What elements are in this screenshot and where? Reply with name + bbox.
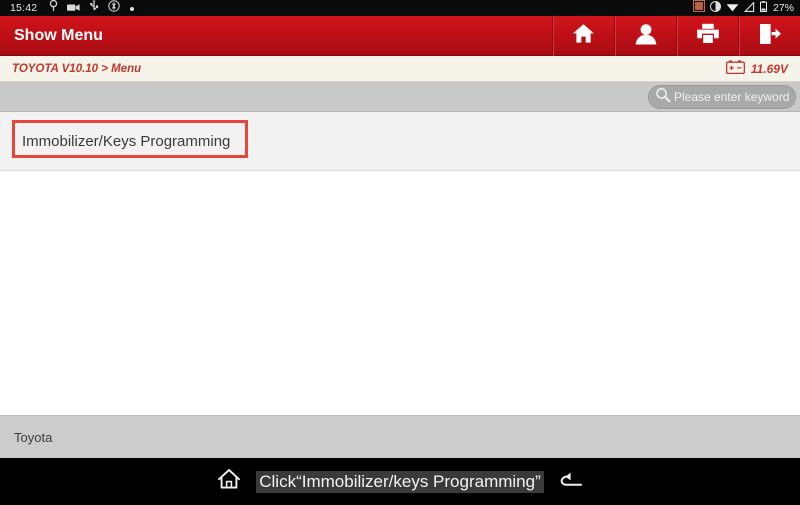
exit-button[interactable] [738,16,800,56]
vehicle-make-label: Toyota [14,430,53,445]
car-battery-icon [725,59,745,79]
instruction-hint-text: Click“Immobilizer/keys Programming” [256,470,544,493]
home-outline-icon [216,467,242,496]
home-icon [572,23,595,49]
app-header-bar: Show Menu [0,16,800,56]
menu-list: Immobilizer/Keys Programming [0,112,800,415]
status-footer-bar: Toyota [0,415,800,458]
status-left-icon-group [49,0,135,17]
android-status-bar: 15:42 27% [0,0,800,16]
print-icon [696,23,720,49]
app-header-actions [552,16,800,56]
screenshot-icon [692,0,705,17]
android-nav-bar: Click“Immobilizer/keys Programming” www.… [0,458,800,505]
battery-percent-label: 27% [772,2,794,14]
brightness-icon [709,0,721,17]
voltage-indicator: 11.69V [725,56,788,82]
signal-icon [743,0,755,17]
nav-home-button[interactable] [216,467,242,496]
wifi-icon [726,0,739,17]
usb-icon [89,0,99,17]
home-button[interactable] [552,16,614,56]
user-icon [634,23,658,50]
menu-item-label: Immobilizer/Keys Programming [22,132,231,150]
breadcrumb-bar: TOYOTA V10.10 > Menu 11.69V [0,56,800,82]
location-icon [49,0,58,17]
search-icon [655,87,671,108]
status-clock: 15:42 [10,2,38,14]
device-screen: 15:42 27% Show Menu TOYOTA V10.10 > Menu… [0,0,800,505]
dot-icon [129,0,135,17]
search-placeholder-label: Please enter keyword [674,90,790,104]
search-input[interactable]: Please enter keyword [648,85,796,109]
page-title: Show Menu [14,27,103,44]
nav-back-button[interactable] [558,468,584,495]
exit-icon [758,23,782,50]
nav-bar-content: Click“Immobilizer/keys Programming” [0,458,800,505]
voltage-value: 11.69V [750,62,788,76]
back-arrow-icon [558,468,584,495]
bluetooth-icon [108,0,120,17]
breadcrumb: TOYOTA V10.10 > Menu [12,63,142,75]
user-button[interactable] [614,16,676,56]
search-toolbar: Please enter keyword [0,82,800,112]
battery-icon [759,0,767,17]
video-camera-icon [67,0,80,17]
print-button[interactable] [676,16,738,56]
status-right-icon-group: 27% [692,0,794,17]
menu-item-immobilizer-keys-programming[interactable]: Immobilizer/Keys Programming [0,112,800,171]
